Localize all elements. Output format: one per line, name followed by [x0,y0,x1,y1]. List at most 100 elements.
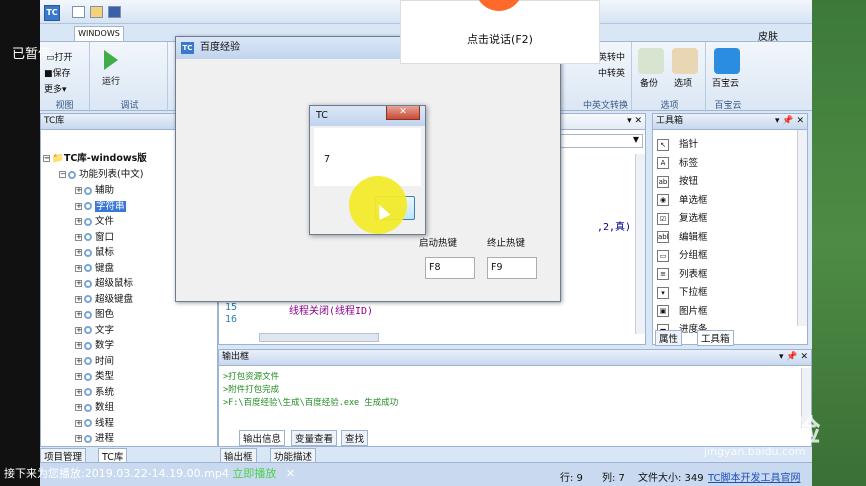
gear-icon [84,217,92,226]
close-tab-icon[interactable]: ▾ ✕ [627,114,642,129]
microphone-icon[interactable] [475,0,523,11]
tab-variables[interactable]: 变量查看 [291,430,338,446]
expand-icon[interactable]: + [75,388,82,396]
more-button[interactable]: 更多▾ [44,82,67,95]
open-folder-icon[interactable] [90,6,103,18]
toolbox-item[interactable]: A 标签 [657,155,698,169]
voice-prompt: 点击说话(F2) [467,33,533,46]
expand-icon[interactable]: + [75,280,82,287]
toolbox-scrollbar[interactable] [797,130,807,326]
gear-icon [84,388,92,396]
tree-item[interactable]: + 系统 [75,384,114,398]
toolbox-item[interactable]: abl 编辑框 [657,229,708,243]
expand-icon[interactable]: + [75,264,82,272]
pin-icon[interactable]: ▾ 📌 ✕ [779,350,808,365]
tree-function-list[interactable]: − 功能列表(中文) [59,166,143,180]
toolbox-item-label: 列表框 [679,268,708,280]
tree-item[interactable]: + 文件 [75,213,114,227]
tree-item[interactable]: + 键盘 [75,260,114,274]
close-button[interactable]: ✕ [386,106,420,120]
tree-item[interactable]: + 辅助 [75,182,114,196]
voice-popup[interactable]: 点击说话(F2) [400,0,600,64]
collapse-icon[interactable]: − [43,155,50,162]
editor-hscrollbar[interactable] [259,333,379,342]
expand-icon[interactable]: + [75,249,82,256]
tab-find[interactable]: 查找 [341,430,369,446]
gear-icon [84,202,92,210]
expand-icon[interactable]: + [75,373,82,380]
run-button[interactable]: 运行 [102,74,120,87]
tree-item[interactable]: + 图色 [75,306,114,320]
expand-icon[interactable]: + [75,295,82,303]
toolbox-item-label: 指针 [679,139,699,150]
cloud-button[interactable]: 百宝云 [712,76,739,89]
tree-item[interactable]: + 数学 [75,337,114,351]
tree-item-label: 类型 [95,371,115,382]
toolbox-item[interactable]: ▾ 下拉框 [657,284,708,299]
group-label-options: 选项 [660,101,679,111]
play-now-button[interactable]: 立即播放 [232,467,276,480]
tree-item[interactable]: + 线程 [75,415,114,429]
tree-item[interactable]: + 鼠标 [75,244,114,258]
expand-icon[interactable]: + [75,218,82,225]
new-file-icon[interactable] [72,6,85,18]
tab-toolbox[interactable]: 工具箱 [697,330,734,346]
tree-item[interactable]: + 超级鼠标 [75,275,133,289]
toolbox-item[interactable]: ◉ 单选框 [657,192,708,206]
expand-icon[interactable]: + [75,419,82,427]
close-icon[interactable]: ✕ [286,467,295,480]
app-logo-icon[interactable]: TC [44,5,60,21]
en-to-cn-button[interactable]: 英转中 [598,50,625,63]
tab-properties[interactable]: 属性 [655,330,683,346]
tab-windows[interactable]: WINDOWS [74,26,124,41]
expand-icon[interactable]: + [75,435,82,442]
expand-icon[interactable]: + [75,233,82,241]
group-label-cloud: 百宝云 [714,101,742,111]
expand-icon[interactable]: + [75,187,82,194]
tree-root[interactable]: − 📁TC库-windows版 [43,150,147,164]
start-hotkey-input[interactable]: F8 [425,257,475,279]
tree-item[interactable]: + 字符串 [75,198,126,212]
toolbox-item[interactable]: ▣ 图片框 [657,303,708,317]
chevron-down-icon: ▾ [62,85,67,95]
gear-icon [84,186,92,195]
tree-item[interactable]: + 时间 [75,353,114,367]
control-icon: abl [657,231,669,243]
tree-item[interactable]: + 文字 [75,322,114,336]
stop-hotkey-input[interactable]: F9 [487,257,537,279]
save-button[interactable]: ■保存 [44,66,71,79]
cn-to-en-button[interactable]: 中转英 [598,66,625,79]
official-site-link[interactable]: TC脚本开发工具官网 [708,469,801,484]
expand-icon[interactable]: + [75,404,82,411]
tree-item[interactable]: + 类型 [75,368,114,382]
toolbox-item[interactable]: ▭ 分组框 [657,247,708,262]
message-titlebar[interactable]: TC ✕ [310,106,425,126]
tree-item[interactable]: + 数组 [75,399,114,413]
collapse-icon[interactable]: − [59,171,66,178]
expand-icon[interactable]: + [75,202,82,210]
expand-icon[interactable]: + [75,311,82,318]
gear-icon [84,403,92,412]
expand-icon[interactable]: + [75,357,82,365]
pin-icon[interactable]: ▾ 📌 ✕ [775,114,804,129]
expand-icon[interactable]: + [75,342,82,349]
toolbox-header: 工具箱 ▾ 📌 ✕ [653,114,807,130]
toolbox-item[interactable]: ↖ 指针 [657,136,698,151]
start-hotkey-label: 启动热键 [419,238,458,249]
backup-button[interactable]: 备份 [640,76,658,89]
tree-item[interactable]: + 进程 [75,430,114,444]
editor-scrollbar[interactable] [635,154,645,334]
toolbox-item[interactable]: ☑ 复选框 [657,210,708,225]
control-icon: ◉ [657,194,669,206]
tree-item[interactable]: + 超级键盘 [75,291,133,305]
tree-item[interactable]: + 窗口 [75,229,114,243]
options-button[interactable]: 选项 [674,76,692,89]
toolbox-item[interactable]: ab 按钮 [657,173,698,188]
expand-icon[interactable]: + [75,326,82,334]
ribbon-group-debug: 运行 调试 [92,42,168,112]
tab-output-info[interactable]: 输出信息 [239,430,286,446]
toolbox-item[interactable]: ≡ 列表框 [657,266,708,280]
save-disk-icon[interactable] [108,6,121,18]
gear-icon [84,434,92,443]
gear-icon [68,170,76,179]
